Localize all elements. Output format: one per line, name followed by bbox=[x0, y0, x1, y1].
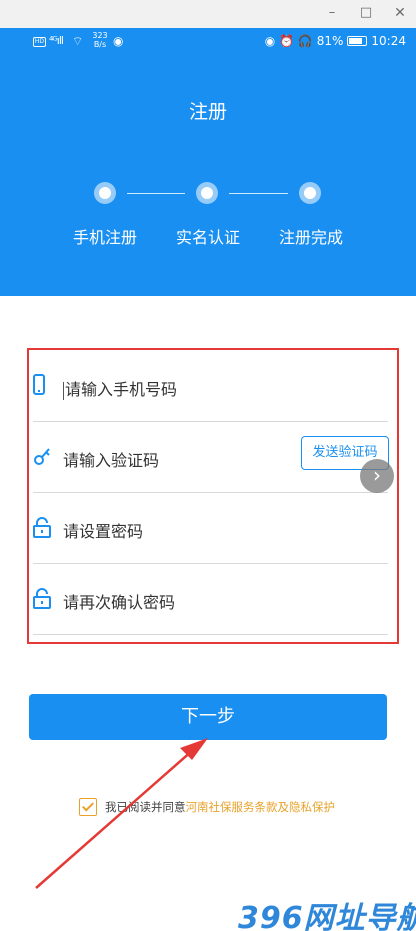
watermark: 396网址导航 bbox=[238, 901, 416, 931]
annotation-arrow bbox=[35, 738, 208, 889]
